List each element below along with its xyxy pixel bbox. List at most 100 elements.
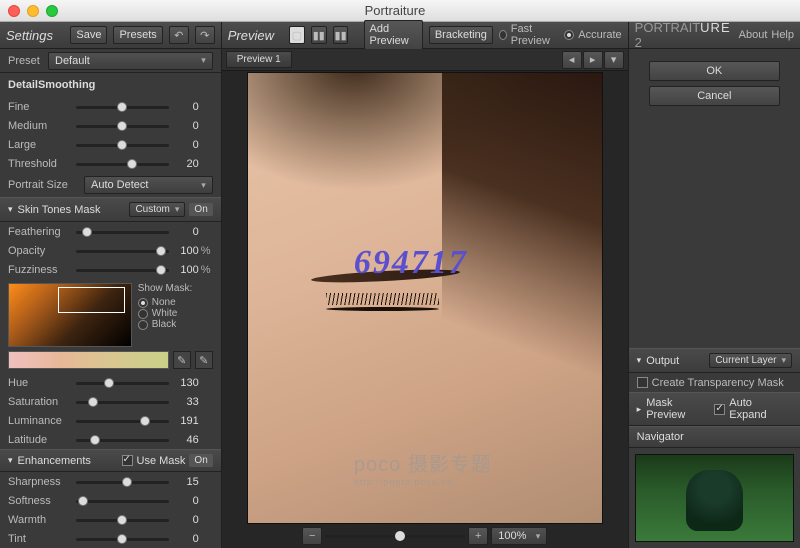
sharpness-value: 15 <box>169 476 199 488</box>
expand-icon[interactable]: ▾ <box>637 355 642 366</box>
fine-slider[interactable] <box>76 100 169 114</box>
latitude-slider[interactable] <box>76 433 169 447</box>
fine-value: 0 <box>169 101 199 113</box>
enhancements-title: Enhancements <box>18 455 91 467</box>
use-mask-label: Use Mask <box>137 455 186 467</box>
view-split-h-icon[interactable]: ▮▮ <box>311 26 327 44</box>
luminance-label: Luminance <box>8 415 76 427</box>
skin-tones-title: Skin Tones Mask <box>18 204 101 216</box>
overlay-number: 694717 <box>354 244 468 282</box>
cancel-button[interactable]: Cancel <box>649 86 780 106</box>
zoom-out-button[interactable]: − <box>302 527 322 545</box>
ok-button[interactable]: OK <box>649 61 780 81</box>
transparency-mask-checkbox[interactable] <box>637 377 648 388</box>
opacity-value: 100 <box>169 245 199 257</box>
threshold-slider[interactable] <box>76 157 169 171</box>
saturation-value: 33 <box>169 396 199 408</box>
auto-expand-checkbox[interactable] <box>714 404 725 415</box>
latitude-label: Latitude <box>8 434 76 446</box>
auto-expand-label: Auto Expand <box>729 397 792 421</box>
portrait-size-label: Portrait Size <box>8 179 84 191</box>
eyedropper-icon[interactable]: ✎ <box>173 351 191 369</box>
softness-slider[interactable] <box>76 494 169 508</box>
portrait-size-select[interactable]: Auto Detect <box>84 176 213 194</box>
preview-tab-1[interactable]: Preview 1 <box>226 51 292 68</box>
tab-menu-icon[interactable]: ▾ <box>604 51 624 69</box>
warmth-label: Warmth <box>8 514 76 526</box>
threshold-value: 20 <box>169 158 199 170</box>
warmth-value: 0 <box>169 514 199 526</box>
fuzziness-slider[interactable] <box>76 263 169 277</box>
warmth-slider[interactable] <box>76 513 169 527</box>
saturation-label: Saturation <box>8 396 76 408</box>
navigator-thumbnail[interactable] <box>635 454 794 542</box>
skin-tones-on-toggle[interactable]: On <box>189 203 212 216</box>
hue-value: 130 <box>169 377 199 389</box>
feathering-value: 0 <box>169 226 199 238</box>
window-title: Portraiture <box>65 3 725 18</box>
zoom-in-button[interactable]: + <box>468 527 488 545</box>
zoom-select[interactable]: 100% <box>491 527 547 545</box>
mask-preview-title: Mask Preview <box>646 397 714 421</box>
help-link[interactable]: Help <box>771 29 794 41</box>
add-preview-button[interactable]: Add Preview <box>364 20 423 50</box>
watermark: poco 摄影专题 http://photo.poco.cn <box>354 448 492 487</box>
presets-button[interactable]: Presets <box>113 26 162 44</box>
saturation-slider[interactable] <box>76 395 169 409</box>
feathering-slider[interactable] <box>76 225 169 239</box>
tab-next-icon[interactable]: ▸ <box>583 51 603 69</box>
sharpness-slider[interactable] <box>76 475 169 489</box>
hue-slider[interactable] <box>76 376 169 390</box>
preview-image-area[interactable]: 694717 poco 摄影专题 http://photo.poco.cn <box>222 71 628 524</box>
latitude-value: 46 <box>169 434 199 446</box>
eyedropper-minus-icon[interactable]: ✎ <box>195 351 213 369</box>
hue-label: Hue <box>8 377 76 389</box>
undo-icon[interactable]: ↶ <box>169 26 189 44</box>
fuzziness-label: Fuzziness <box>8 264 76 276</box>
view-single-icon[interactable]: ▢ <box>289 26 305 44</box>
output-layer-select[interactable]: Current Layer <box>709 353 792 368</box>
color-gradient-picker[interactable] <box>8 283 132 347</box>
minimize-window-button[interactable] <box>27 5 39 17</box>
luminance-slider[interactable] <box>76 414 169 428</box>
tint-slider[interactable] <box>76 532 169 546</box>
close-window-button[interactable] <box>8 5 20 17</box>
mask-white-radio[interactable]: White <box>138 308 213 319</box>
bracketing-button[interactable]: Bracketing <box>429 26 493 44</box>
mask-none-radio[interactable]: None <box>138 297 213 308</box>
large-slider[interactable] <box>76 138 169 152</box>
opacity-slider[interactable] <box>76 244 169 258</box>
expand-icon[interactable]: ▾ <box>8 204 13 215</box>
preset-select[interactable]: Default <box>48 52 213 70</box>
skin-tone-strip[interactable] <box>8 351 169 369</box>
expand-icon[interactable]: ▾ <box>8 455 13 466</box>
tab-prev-icon[interactable]: ◂ <box>562 51 582 69</box>
settings-title: Settings <box>6 28 53 43</box>
skin-tones-custom-select[interactable]: Custom <box>129 202 185 217</box>
redo-icon[interactable]: ↷ <box>195 26 215 44</box>
use-mask-checkbox[interactable] <box>122 455 133 466</box>
preset-label: Preset <box>8 55 48 67</box>
fast-preview-radio[interactable]: Fast Preview <box>499 23 558 47</box>
luminance-value: 191 <box>169 415 199 427</box>
zoom-window-button[interactable] <box>46 5 58 17</box>
expand-icon[interactable]: ▸ <box>637 404 642 415</box>
tint-label: Tint <box>8 533 76 545</box>
titlebar: Portraiture <box>0 0 800 22</box>
large-label: Large <box>8 139 76 151</box>
zoom-slider[interactable] <box>325 535 465 538</box>
accurate-preview-radio[interactable]: Accurate <box>564 29 621 41</box>
softness-label: Softness <box>8 495 76 507</box>
fine-label: Fine <box>8 101 76 113</box>
softness-value: 0 <box>169 495 199 507</box>
enhancements-on-toggle[interactable]: On <box>189 454 212 467</box>
about-link[interactable]: About <box>739 29 768 41</box>
feathering-label: Feathering <box>8 226 76 238</box>
mask-black-radio[interactable]: Black <box>138 319 213 330</box>
medium-value: 0 <box>169 120 199 132</box>
medium-slider[interactable] <box>76 119 169 133</box>
transparency-mask-label: Create Transparency Mask <box>652 377 784 389</box>
output-title: Output <box>646 355 679 367</box>
save-button[interactable]: Save <box>70 26 107 44</box>
view-split-v-icon[interactable]: ▮▮ <box>333 26 349 44</box>
